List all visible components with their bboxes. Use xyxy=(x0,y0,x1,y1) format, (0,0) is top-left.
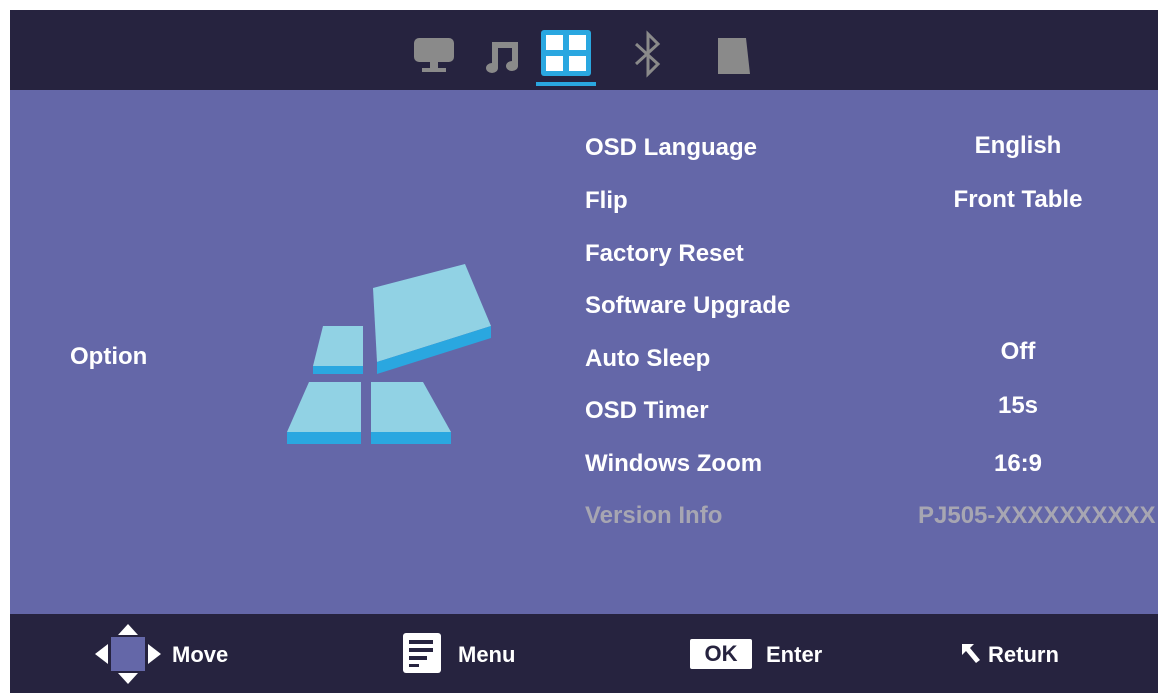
option-tiles-icon xyxy=(287,264,491,444)
active-tab-indicator xyxy=(536,82,596,86)
menu-icon xyxy=(403,633,441,673)
hint-return: Return xyxy=(960,614,1100,693)
section-title: Option xyxy=(70,343,148,370)
monitor-icon xyxy=(414,38,454,72)
bluetooth-icon xyxy=(634,30,661,78)
hint-enter: OK Enter xyxy=(690,614,850,693)
auto-sleep-value[interactable]: Off xyxy=(908,338,1128,366)
tab-keystone[interactable] xyxy=(710,10,760,90)
return-arrow-icon xyxy=(962,644,980,663)
hint-return-label: Return xyxy=(988,642,1059,667)
osd-language-value[interactable]: English xyxy=(908,132,1128,160)
menu-item-osd-language[interactable]: OSD Language xyxy=(585,134,757,162)
direction-pad-icon xyxy=(95,624,161,684)
hint-menu-label: Menu xyxy=(458,642,516,667)
grid-icon xyxy=(541,30,591,76)
flip-value[interactable]: Front Table xyxy=(908,186,1128,214)
tab-bluetooth[interactable] xyxy=(628,10,668,90)
music-note-icon xyxy=(486,42,518,73)
tab-sound[interactable] xyxy=(480,10,525,90)
trapezoid-icon xyxy=(718,38,750,74)
tab-bar xyxy=(10,10,1158,90)
menu-item-software-upgrade[interactable]: Software Upgrade xyxy=(585,292,790,320)
version-info-value: PJ505-XXXXXXXXXX xyxy=(918,502,1156,529)
menu-item-factory-reset[interactable]: Factory Reset xyxy=(585,240,744,268)
osd-timer-value[interactable]: 15s xyxy=(908,392,1128,420)
hint-menu: Menu xyxy=(402,614,532,693)
menu-item-osd-timer[interactable]: OSD Timer xyxy=(585,397,709,425)
osd-menu: Option OSD Language English Flip Front T… xyxy=(10,10,1158,693)
tab-picture[interactable] xyxy=(410,10,460,90)
hint-enter-label: Enter xyxy=(766,642,823,667)
hint-move-label: Move xyxy=(172,642,229,667)
menu-item-auto-sleep[interactable]: Auto Sleep xyxy=(585,345,710,373)
hint-bar: Move Menu OK Enter Return xyxy=(10,614,1158,693)
menu-item-flip[interactable]: Flip xyxy=(585,187,628,215)
hint-move: Move xyxy=(95,614,245,693)
windows-zoom-value[interactable]: 16:9 xyxy=(908,450,1128,478)
ok-key-icon: OK xyxy=(690,639,752,669)
menu-item-version-info: Version Info xyxy=(585,502,723,529)
menu-item-windows-zoom[interactable]: Windows Zoom xyxy=(585,450,762,478)
tab-option[interactable] xyxy=(536,10,596,90)
